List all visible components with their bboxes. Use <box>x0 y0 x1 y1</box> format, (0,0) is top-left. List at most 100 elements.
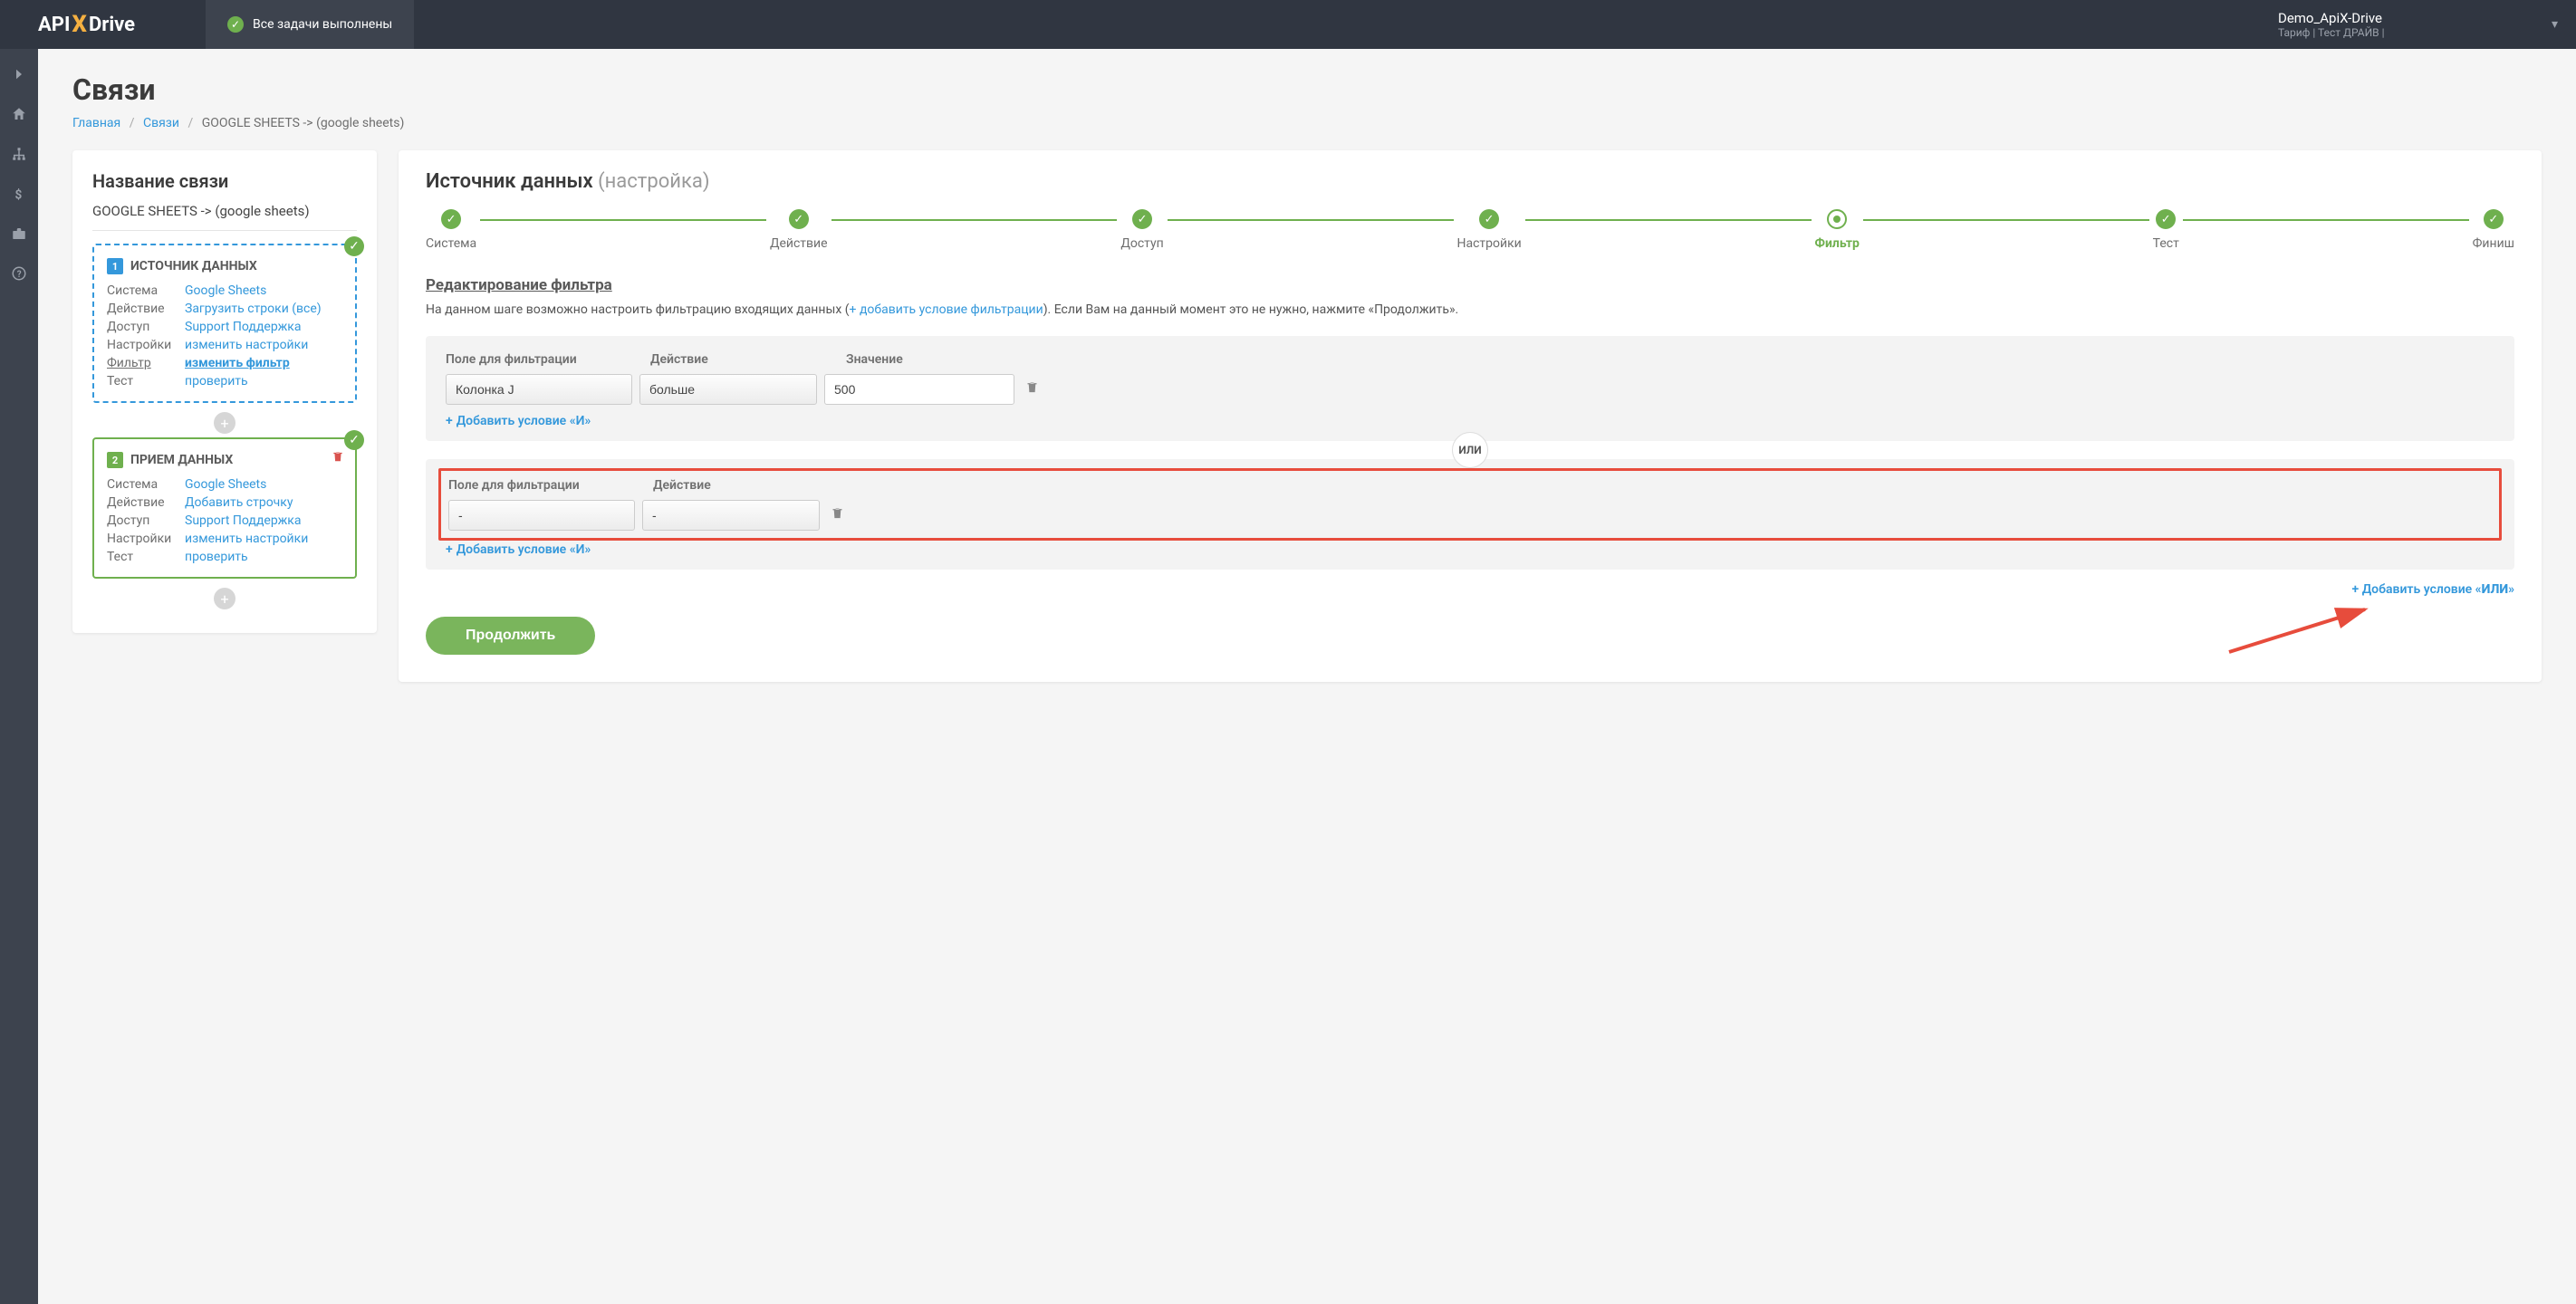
add-and-condition-button[interactable]: +Добавить условие «И» <box>446 542 591 557</box>
dest-test-link[interactable]: проверить <box>185 550 342 564</box>
breadcrumb: Главная / Связи / GOOGLE SHEETS -> (goog… <box>72 116 2542 130</box>
add-filter-inline-link[interactable]: + добавить условие фильтрации <box>850 302 1043 317</box>
step-done-icon: ✓ <box>789 209 809 229</box>
row-key: Настройки <box>107 338 185 352</box>
source-module-title: ИСТОЧНИК ДАННЫХ <box>130 259 257 273</box>
filter2-action-select[interactable]: - <box>642 500 820 531</box>
row-key: Тест <box>107 374 185 388</box>
source-settings-link[interactable]: изменить настройки <box>185 338 342 352</box>
add-and-condition-button[interactable]: +Добавить условие «И» <box>446 414 591 428</box>
filter2-delete-button[interactable] <box>831 506 844 523</box>
step-current-icon <box>1827 209 1847 229</box>
rail-expand[interactable] <box>0 54 38 94</box>
col-field-label: Поле для фильтрации <box>446 352 632 367</box>
tasks-status-label: Все задачи выполнены <box>253 17 392 32</box>
dest-settings-link[interactable]: изменить настройки <box>185 532 342 546</box>
tasks-status[interactable]: ✓ Все задачи выполнены <box>206 0 414 49</box>
row-key: Действие <box>107 302 185 316</box>
dest-action-link[interactable]: Добавить строчку <box>185 495 342 510</box>
configuration-card: Источник данных (настройка) ✓Система ✓Де… <box>399 150 2542 682</box>
nav-rail: $ ? <box>0 49 38 1304</box>
source-action-link[interactable]: Загрузить строки (все) <box>185 302 342 316</box>
filter1-field-select[interactable]: Колонка J <box>446 374 632 405</box>
filter1-value-input[interactable] <box>824 374 1014 405</box>
step-access[interactable]: ✓Доступ <box>1120 209 1163 251</box>
row-key: Доступ <box>107 320 185 334</box>
trash-icon <box>1025 380 1039 394</box>
account-menu[interactable]: Demo_ApiX-Drive Тариф | Тест ДРАЙВ | <box>2262 10 2533 39</box>
step-filter[interactable]: Фильтр <box>1815 209 1860 251</box>
breadcrumb-sep: / <box>187 116 193 130</box>
plus-icon: + <box>446 414 453 428</box>
add-module-button[interactable]: + <box>214 412 235 434</box>
filter1-action-select[interactable]: больше <box>639 374 817 405</box>
arrow-right-icon <box>11 66 27 82</box>
svg-text:$: $ <box>15 187 23 202</box>
add-module-button[interactable]: + <box>214 588 235 609</box>
logo-text-drive: Drive <box>89 14 135 36</box>
filter2-field-select[interactable]: - <box>448 500 635 531</box>
step-done-icon: ✓ <box>441 209 461 229</box>
destination-module[interactable]: ✓ 2 ПРИЕМ ДАННЫХ СистемаGoogle Sheets Де… <box>92 437 357 579</box>
step-done-icon: ✓ <box>1132 209 1152 229</box>
source-filter-link[interactable]: изменить фильтр <box>185 356 342 370</box>
row-key: Доступ <box>107 513 185 528</box>
filter1-delete-button[interactable] <box>1025 380 1039 398</box>
account-name: Demo_ApiX-Drive <box>2278 10 2382 26</box>
rail-help[interactable]: ? <box>0 254 38 293</box>
page-title: Связи <box>72 72 2542 107</box>
row-key: Настройки <box>107 532 185 546</box>
col-value-label: Значение <box>846 352 2494 367</box>
step-done-icon: ✓ <box>1479 209 1499 229</box>
module-number-1: 1 <box>107 258 123 274</box>
chevron-down-icon[interactable]: ▾ <box>2533 17 2576 32</box>
home-icon <box>11 106 27 122</box>
breadcrumb-home[interactable]: Главная <box>72 116 120 130</box>
filter-section-title: Редактирование фильтра <box>426 276 2514 294</box>
add-or-condition-link[interactable]: + Добавить условие «ИЛИ» <box>2352 582 2514 597</box>
breadcrumb-links[interactable]: Связи <box>143 116 179 130</box>
main: Связи Главная / Связи / GOOGLE SHEETS ->… <box>38 49 2576 705</box>
plus-icon: + <box>446 542 453 557</box>
briefcase-icon <box>11 225 27 242</box>
dest-module-title: ПРИЕМ ДАННЫХ <box>130 453 233 467</box>
rail-home[interactable] <box>0 94 38 134</box>
rail-briefcase[interactable] <box>0 214 38 254</box>
check-icon: ✓ <box>227 16 244 33</box>
filter-group-2: Поле для фильтрации Действие - - +Добави… <box>426 459 2514 570</box>
step-finish[interactable]: ✓Финиш <box>2473 209 2514 251</box>
logo-text-api: API <box>38 14 70 36</box>
source-access-link[interactable]: Support Поддержка <box>185 320 342 334</box>
delete-module-button[interactable] <box>332 450 344 466</box>
trash-icon <box>332 450 344 463</box>
dollar-icon: $ <box>11 186 27 202</box>
col-action-label: Действие <box>653 478 831 493</box>
breadcrumb-sep: / <box>130 116 135 130</box>
row-key: Действие <box>107 495 185 510</box>
or-separator: ИЛИ <box>1452 432 1488 468</box>
annotation-arrow-icon <box>2225 602 2379 657</box>
source-module[interactable]: ✓ 1 ИСТОЧНИК ДАННЫХ СистемаGoogle Sheets… <box>92 244 357 403</box>
rail-billing[interactable]: $ <box>0 174 38 214</box>
sitemap-icon <box>11 146 27 162</box>
topbar: API X Drive ✓ Все задачи выполнены Demo_… <box>0 0 2576 49</box>
row-key: Тест <box>107 550 185 564</box>
logo-text-x: X <box>72 11 87 38</box>
row-key: Фильтр <box>107 356 185 370</box>
step-action[interactable]: ✓Действие <box>770 209 828 251</box>
connection-name[interactable]: GOOGLE SHEETS -> (google sheets) <box>92 203 357 231</box>
account-tariff: Тариф | Тест ДРАЙВ | <box>2278 26 2385 39</box>
continue-button[interactable]: Продолжить <box>426 617 595 655</box>
dest-access-link[interactable]: Support Поддержка <box>185 513 342 528</box>
breadcrumb-current: GOOGLE SHEETS -> (google sheets) <box>202 116 405 130</box>
step-settings[interactable]: ✓Настройки <box>1457 209 1522 251</box>
step-done-icon: ✓ <box>2484 209 2504 229</box>
step-test[interactable]: ✓Тест <box>2153 209 2179 251</box>
dest-system-link[interactable]: Google Sheets <box>185 477 342 492</box>
source-test-link[interactable]: проверить <box>185 374 342 388</box>
logo[interactable]: API X Drive <box>38 11 135 38</box>
rail-connections[interactable] <box>0 134 38 174</box>
source-system-link[interactable]: Google Sheets <box>185 283 342 298</box>
connection-heading: Название связи <box>92 170 357 192</box>
step-system[interactable]: ✓Система <box>426 209 476 251</box>
